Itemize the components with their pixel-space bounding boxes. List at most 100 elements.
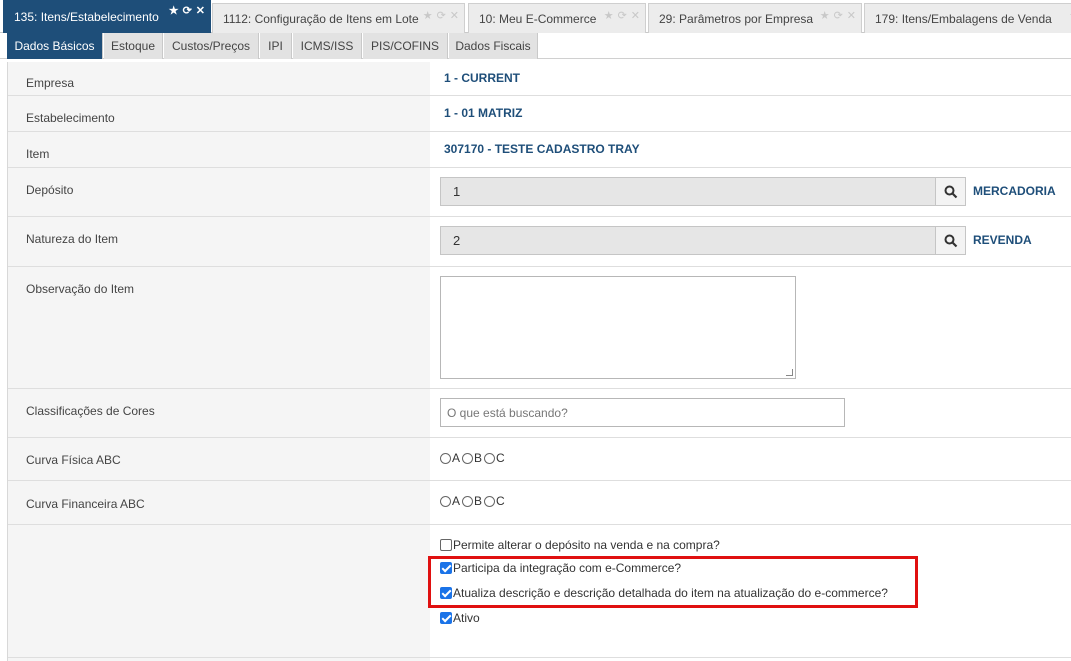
natureza-input-value: 2 [453, 233, 461, 248]
row-divider [8, 216, 1071, 217]
curva-fisica-radio-a[interactable] [440, 452, 451, 464]
natureza-label: Natureza do Item [26, 232, 119, 246]
label-column [8, 62, 430, 661]
radio-label-a: A [452, 451, 461, 465]
sub-tab-bar: Dados Básicos Estoque Custos/Preços IPI … [0, 33, 1071, 59]
window-tab-actions: ★ ⟳ ✕ [604, 9, 640, 22]
search-icon [944, 234, 957, 247]
row-divider [8, 131, 1071, 132]
row-divider [8, 437, 1071, 438]
item-label: Item [26, 147, 50, 161]
checkbox-box[interactable] [440, 612, 452, 624]
curva-fisica-radio-group: A B C [440, 451, 507, 465]
radio-label-b: B [474, 451, 483, 465]
tab-ipi[interactable]: IPI [260, 33, 292, 59]
star-icon[interactable]: ★ [423, 9, 433, 22]
checkbox-label: Ativo [453, 611, 480, 625]
radio-label-c: C [496, 451, 505, 465]
search-icon [944, 185, 957, 198]
window-tab-actions: ★ ⟳ ✕ [423, 9, 459, 22]
tab-icms-iss[interactable]: ICMS/ISS [293, 33, 362, 59]
tab-label: Dados Fiscais [455, 39, 531, 53]
tab-label: PIS/COFINS [370, 39, 439, 53]
row-divider [8, 266, 1071, 267]
window-tab-label: 135: Itens/Estabelecimento [14, 10, 159, 24]
curva-financeira-radio-b[interactable] [462, 495, 474, 507]
refresh-icon[interactable]: ⟳ [618, 9, 627, 22]
deposito-label: Depósito [26, 183, 74, 197]
estabelecimento-value: 1 - 01 MATRIZ [444, 106, 523, 120]
radio-label-b: B [474, 494, 483, 508]
refresh-icon[interactable]: ⟳ [437, 9, 446, 22]
radio-label-a: A [452, 494, 461, 508]
row-divider [8, 657, 1071, 658]
tab-dados-basicos[interactable]: Dados Básicos [7, 33, 103, 59]
tab-label: ICMS/ISS [300, 39, 354, 53]
classificacoes-search-input[interactable]: O que está buscando? [440, 398, 845, 427]
classificacoes-label: Classificações de Cores [26, 404, 155, 418]
tab-label: IPI [268, 39, 283, 53]
window-tab-label: 1112: Configuração de Itens em Lote [223, 11, 419, 26]
tab-dados-fiscais[interactable]: Dados Fiscais [449, 33, 538, 59]
star-icon[interactable]: ★ [604, 9, 614, 22]
row-divider [8, 167, 1071, 168]
natureza-search-button[interactable] [935, 226, 966, 255]
empresa-label: Empresa [26, 76, 75, 90]
deposito-search-button[interactable] [935, 177, 966, 206]
close-icon[interactable]: ✕ [847, 9, 856, 22]
window-tab-actions: ★ ⟳ ✕ [820, 9, 856, 22]
refresh-icon[interactable]: ⟳ [834, 9, 843, 22]
deposito-description: MERCADORIA [973, 184, 1056, 198]
tab-label: Custos/Preços [171, 39, 251, 53]
row-divider [8, 388, 1071, 389]
window-tab-configuracao-lote[interactable]: 1112: Configuração de Itens em Lote ★ ⟳ … [212, 3, 465, 33]
window-tab-label: 29: Parâmetros por Empresa [659, 11, 814, 26]
close-icon[interactable]: ✕ [631, 9, 640, 22]
row-divider [8, 480, 1071, 481]
curva-financeira-radio-c[interactable] [484, 495, 496, 507]
natureza-input[interactable]: 2 [440, 226, 936, 255]
tab-label: Dados Básicos [14, 39, 95, 53]
checkbox-box[interactable] [440, 539, 452, 551]
observacao-label: Observação do Item [26, 282, 135, 296]
window-tab-label: 10: Meu E-Commerce [479, 11, 597, 26]
row-divider [8, 95, 1071, 96]
window-tab-parametros-empresa[interactable]: 29: Parâmetros por Empresa ★ ⟳ ✕ [648, 3, 862, 33]
empresa-value: 1 - CURRENT [444, 71, 521, 85]
tab-pis-cofins[interactable]: PIS/COFINS [363, 33, 448, 59]
item-form: Empresa 1 - CURRENT Estabelecimento 1 - … [7, 62, 1071, 661]
curva-financeira-radio-group: A B C [440, 494, 507, 508]
star-icon[interactable]: ★ [169, 4, 179, 17]
window-tab-label: 179: Itens/Embalagens de Venda [875, 11, 1052, 26]
checkbox-label: Permite alterar o depósito na venda e na… [453, 538, 720, 552]
natureza-description: REVENDA [973, 233, 1032, 247]
curva-fisica-radio-c[interactable] [484, 452, 496, 464]
window-tab-meu-ecommerce[interactable]: 10: Meu E-Commerce ★ ⟳ ✕ [468, 3, 646, 33]
refresh-icon[interactable]: ⟳ [183, 4, 192, 17]
radio-label-c: C [496, 494, 505, 508]
checkbox-ativo[interactable]: Ativo [440, 611, 480, 625]
observacao-textarea[interactable] [440, 276, 796, 379]
resize-handle-icon[interactable] [786, 369, 793, 376]
search-placeholder: O que está buscando? [447, 405, 568, 420]
tab-custos-precos[interactable]: Custos/Preços [164, 33, 259, 59]
curva-fisica-label: Curva Física ABC [26, 453, 121, 467]
window-tab-actions: ★ ⟳ ✕ [169, 4, 205, 17]
deposito-input[interactable]: 1 [440, 177, 936, 206]
close-icon[interactable]: ✕ [450, 9, 459, 22]
highlight-annotation [428, 556, 918, 608]
checkbox-permite-alterar-deposito[interactable]: Permite alterar o depósito na venda e na… [440, 538, 720, 552]
item-value: 307170 - TESTE CADASTRO TRAY [444, 142, 640, 156]
tab-label: Estoque [110, 39, 156, 53]
window-tab-itens-estabelecimento[interactable]: 135: Itens/Estabelecimento ★ ⟳ ✕ [3, 0, 211, 33]
star-icon[interactable]: ★ [820, 9, 830, 22]
window-tab-bar: 135: Itens/Estabelecimento ★ ⟳ ✕ 1112: C… [0, 0, 1071, 33]
curva-fisica-radio-b[interactable] [462, 452, 474, 464]
curva-financeira-radio-a[interactable] [440, 495, 451, 507]
row-divider [8, 524, 1071, 525]
close-icon[interactable]: ✕ [196, 4, 205, 17]
estabelecimento-label: Estabelecimento [26, 111, 115, 125]
deposito-input-value: 1 [453, 184, 461, 199]
tab-estoque[interactable]: Estoque [104, 33, 163, 59]
window-tab-embalagens-venda[interactable]: 179: Itens/Embalagens de Venda ★ [864, 3, 1071, 33]
